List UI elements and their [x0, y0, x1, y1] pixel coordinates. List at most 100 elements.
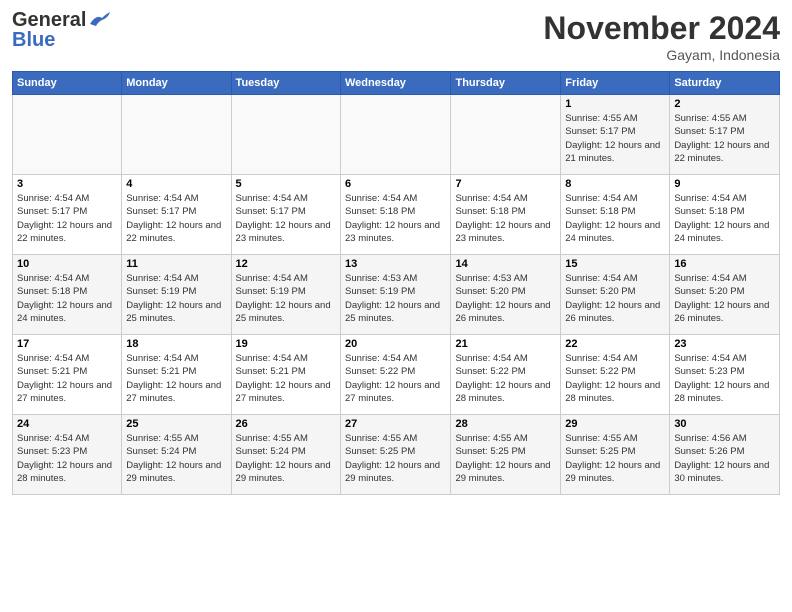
day-number: 23	[674, 338, 775, 350]
col-saturday: Saturday	[670, 72, 780, 95]
day-info: Sunrise: 4:54 AMSunset: 5:22 PMDaylight:…	[565, 352, 665, 405]
calendar-cell: 10 Sunrise: 4:54 AMSunset: 5:18 PMDayligh…	[13, 255, 122, 335]
calendar-cell	[451, 95, 561, 175]
calendar-week-2: 3 Sunrise: 4:54 AMSunset: 5:17 PMDaylight…	[13, 175, 780, 255]
calendar-cell: 9 Sunrise: 4:54 AMSunset: 5:18 PMDaylight…	[670, 175, 780, 255]
location: Gayam, Indonesia	[543, 47, 780, 63]
header: General Blue November 2024 Gayam, Indone…	[12, 10, 780, 63]
day-info: Sunrise: 4:53 AMSunset: 5:20 PMDaylight:…	[455, 272, 556, 325]
day-number: 26	[236, 418, 336, 430]
day-number: 24	[17, 418, 117, 430]
day-number: 12	[236, 258, 336, 270]
day-number: 7	[455, 178, 556, 190]
day-number: 19	[236, 338, 336, 350]
day-info: Sunrise: 4:53 AMSunset: 5:19 PMDaylight:…	[345, 272, 446, 325]
calendar-week-3: 10 Sunrise: 4:54 AMSunset: 5:18 PMDayligh…	[13, 255, 780, 335]
logo-bird-icon	[88, 12, 110, 28]
col-thursday: Thursday	[451, 72, 561, 95]
day-info: Sunrise: 4:54 AMSunset: 5:22 PMDaylight:…	[455, 352, 556, 405]
day-number: 28	[455, 418, 556, 430]
day-number: 18	[126, 338, 226, 350]
calendar-cell	[13, 95, 122, 175]
day-number: 5	[236, 178, 336, 190]
day-number: 29	[565, 418, 665, 430]
day-number: 10	[17, 258, 117, 270]
day-number: 25	[126, 418, 226, 430]
calendar-cell	[231, 95, 340, 175]
calendar-cell: 13 Sunrise: 4:53 AMSunset: 5:19 PMDayligh…	[341, 255, 451, 335]
day-number: 30	[674, 418, 775, 430]
day-info: Sunrise: 4:54 AMSunset: 5:23 PMDaylight:…	[674, 352, 775, 405]
calendar-week-1: 1Sunrise: 4:55 AMSunset: 5:17 PMDaylight…	[13, 95, 780, 175]
day-info: Sunrise: 4:54 AMSunset: 5:18 PMDaylight:…	[565, 192, 665, 245]
calendar-cell: 24Sunrise: 4:54 AMSunset: 5:23 PMDayligh…	[13, 415, 122, 495]
day-number: 22	[565, 338, 665, 350]
day-info: Sunrise: 4:54 AMSunset: 5:19 PMDaylight:…	[126, 272, 226, 325]
day-info: Sunrise: 4:54 AMSunset: 5:21 PMDaylight:…	[126, 352, 226, 405]
day-number: 17	[17, 338, 117, 350]
calendar-cell: 19 Sunrise: 4:54 AMSunset: 5:21 PMDayligh…	[231, 335, 340, 415]
day-info: Sunrise: 4:55 AMSunset: 5:24 PMDaylight:…	[126, 432, 226, 485]
calendar-cell: 14 Sunrise: 4:53 AMSunset: 5:20 PMDayligh…	[451, 255, 561, 335]
calendar-cell: 5Sunrise: 4:54 AMSunset: 5:17 PMDaylight…	[231, 175, 340, 255]
col-sunday: Sunday	[13, 72, 122, 95]
day-number: 16	[674, 258, 775, 270]
day-number: 20	[345, 338, 446, 350]
calendar-body: 1Sunrise: 4:55 AMSunset: 5:17 PMDaylight…	[13, 95, 780, 495]
calendar-cell: 21 Sunrise: 4:54 AMSunset: 5:22 PMDayligh…	[451, 335, 561, 415]
day-number: 9	[674, 178, 775, 190]
day-number: 2	[674, 98, 775, 110]
day-info: Sunrise: 4:55 AMSunset: 5:17 PMDaylight:…	[674, 112, 775, 165]
day-number: 14	[455, 258, 556, 270]
day-number: 6	[345, 178, 446, 190]
day-info: Sunrise: 4:54 AMSunset: 5:18 PMDaylight:…	[17, 272, 117, 325]
day-info: Sunrise: 4:54 AMSunset: 5:18 PMDaylight:…	[455, 192, 556, 245]
day-info: Sunrise: 4:54 AMSunset: 5:17 PMDaylight:…	[17, 192, 117, 245]
day-number: 27	[345, 418, 446, 430]
title-section: November 2024 Gayam, Indonesia	[543, 10, 780, 63]
day-info: Sunrise: 4:55 AMSunset: 5:25 PMDaylight:…	[565, 432, 665, 485]
calendar-cell: 25 Sunrise: 4:55 AMSunset: 5:24 PMDayligh…	[122, 415, 231, 495]
logo-blue-text: Blue	[12, 29, 55, 51]
calendar-cell: 27 Sunrise: 4:55 AMSunset: 5:25 PMDayligh…	[341, 415, 451, 495]
calendar-week-4: 17 Sunrise: 4:54 AMSunset: 5:21 PMDayligh…	[13, 335, 780, 415]
calendar-cell: 28 Sunrise: 4:55 AMSunset: 5:25 PMDayligh…	[451, 415, 561, 495]
month-title: November 2024	[543, 10, 780, 47]
calendar-cell: 3 Sunrise: 4:54 AMSunset: 5:17 PMDaylight…	[13, 175, 122, 255]
calendar-cell: 12 Sunrise: 4:54 AMSunset: 5:19 PMDayligh…	[231, 255, 340, 335]
calendar-cell: 30Sunrise: 4:56 AMSunset: 5:26 PMDayligh…	[670, 415, 780, 495]
day-info: Sunrise: 4:55 AMSunset: 5:25 PMDaylight:…	[345, 432, 446, 485]
day-info: Sunrise: 4:54 AMSunset: 5:22 PMDaylight:…	[345, 352, 446, 405]
day-number: 3	[17, 178, 117, 190]
logo-general-text: General	[12, 10, 86, 30]
calendar-cell: 2 Sunrise: 4:55 AMSunset: 5:17 PMDaylight…	[670, 95, 780, 175]
calendar-cell: 23 Sunrise: 4:54 AMSunset: 5:23 PMDayligh…	[670, 335, 780, 415]
calendar-cell: 16 Sunrise: 4:54 AMSunset: 5:20 PMDayligh…	[670, 255, 780, 335]
calendar-cell: 4Sunrise: 4:54 AMSunset: 5:17 PMDaylight…	[122, 175, 231, 255]
calendar: Sunday Monday Tuesday Wednesday Thursday…	[12, 71, 780, 495]
day-number: 15	[565, 258, 665, 270]
day-number: 4	[126, 178, 226, 190]
day-number: 13	[345, 258, 446, 270]
calendar-cell: 7 Sunrise: 4:54 AMSunset: 5:18 PMDaylight…	[451, 175, 561, 255]
page: General Blue November 2024 Gayam, Indone…	[0, 0, 792, 612]
day-info: Sunrise: 4:54 AMSunset: 5:21 PMDaylight:…	[17, 352, 117, 405]
day-info: Sunrise: 4:54 AMSunset: 5:20 PMDaylight:…	[565, 272, 665, 325]
calendar-cell	[122, 95, 231, 175]
calendar-cell: 1Sunrise: 4:55 AMSunset: 5:17 PMDaylight…	[561, 95, 670, 175]
day-info: Sunrise: 4:54 AMSunset: 5:21 PMDaylight:…	[236, 352, 336, 405]
col-tuesday: Tuesday	[231, 72, 340, 95]
calendar-cell: 22 Sunrise: 4:54 AMSunset: 5:22 PMDayligh…	[561, 335, 670, 415]
day-info: Sunrise: 4:55 AMSunset: 5:25 PMDaylight:…	[455, 432, 556, 485]
calendar-header-row: Sunday Monday Tuesday Wednesday Thursday…	[13, 72, 780, 95]
day-number: 8	[565, 178, 665, 190]
calendar-cell: 6Sunrise: 4:54 AMSunset: 5:18 PMDaylight…	[341, 175, 451, 255]
day-info: Sunrise: 4:54 AMSunset: 5:20 PMDaylight:…	[674, 272, 775, 325]
calendar-cell: 15 Sunrise: 4:54 AMSunset: 5:20 PMDayligh…	[561, 255, 670, 335]
day-number: 21	[455, 338, 556, 350]
day-info: Sunrise: 4:54 AMSunset: 5:18 PMDaylight:…	[674, 192, 775, 245]
calendar-cell: 11Sunrise: 4:54 AMSunset: 5:19 PMDayligh…	[122, 255, 231, 335]
col-wednesday: Wednesday	[341, 72, 451, 95]
calendar-cell: 17 Sunrise: 4:54 AMSunset: 5:21 PMDayligh…	[13, 335, 122, 415]
day-info: Sunrise: 4:54 AMSunset: 5:19 PMDaylight:…	[236, 272, 336, 325]
